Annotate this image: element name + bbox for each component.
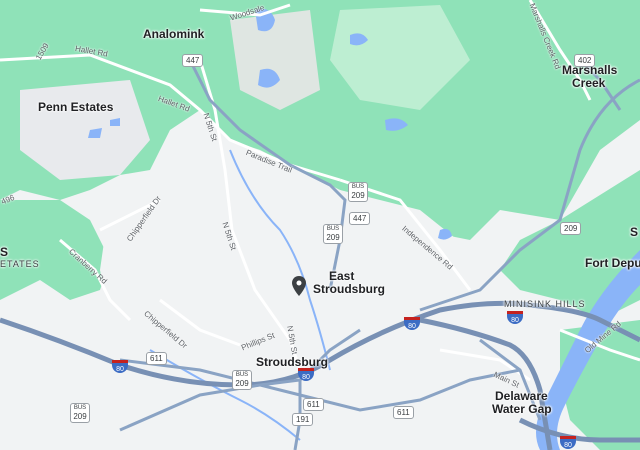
bus-label: BUS [326,226,340,232]
bus-209-a[interactable]: BUS 209 [348,182,368,202]
place-marshalls-creek-line2: Creek [572,76,606,90]
bus-label: BUS [73,405,87,411]
place-east-stroudsburg[interactable]: East Stroudsburg [313,270,385,296]
place-dwg-line1: Delaware [495,389,548,403]
shield-447-top[interactable]: 447 [182,54,204,67]
place-fort-depuy[interactable]: Fort Depuy [585,257,640,270]
bus-number: 209 [235,379,249,388]
bus-209-c[interactable]: BUS 209 [232,370,252,390]
bus-number: 209 [73,412,87,421]
location-pin-icon[interactable] [292,276,306,296]
shield-611-center[interactable]: 611 [303,398,324,411]
bus-label: BUS [235,372,249,378]
shield-191[interactable]: 191 [292,413,314,426]
shield-611-left[interactable]: 611 [146,352,167,365]
map-canvas[interactable]: Analomink Penn Estates Marshalls Creek E… [0,0,640,450]
shield-611-right[interactable]: 611 [393,406,414,419]
place-marshalls-creek[interactable]: Marshalls Creek [562,64,617,90]
bus-209-d[interactable]: BUS 209 [70,403,90,423]
place-minisink-hills[interactable]: MINISINK HILLS [504,298,586,310]
place-edge-estates[interactable]: ETATES [0,258,40,270]
bus-number: 209 [326,233,340,242]
bus-label: BUS [351,184,365,190]
shield-447-mid[interactable]: 447 [349,212,371,225]
shield-209-east[interactable]: 209 [560,222,582,235]
map-base-layer [0,0,640,450]
shield-402[interactable]: 402 [574,54,596,67]
place-east-stroudsburg-line2: Stroudsburg [313,282,385,296]
developed-west [100,190,250,350]
place-penn-estates[interactable]: Penn Estates [38,101,113,114]
bus-number: 209 [351,191,365,200]
place-dwg-line2: Water Gap [492,402,552,416]
place-edge-s[interactable]: S [0,246,8,259]
place-delaware-water-gap[interactable]: Delaware Water Gap [492,390,552,416]
bus-209-b[interactable]: BUS 209 [323,224,343,244]
place-stroudsburg[interactable]: Stroudsburg [256,356,328,369]
place-edge-sh[interactable]: S [630,226,638,239]
place-east-stroudsburg-line1: East [329,269,355,283]
place-analomink[interactable]: Analomink [143,28,204,41]
